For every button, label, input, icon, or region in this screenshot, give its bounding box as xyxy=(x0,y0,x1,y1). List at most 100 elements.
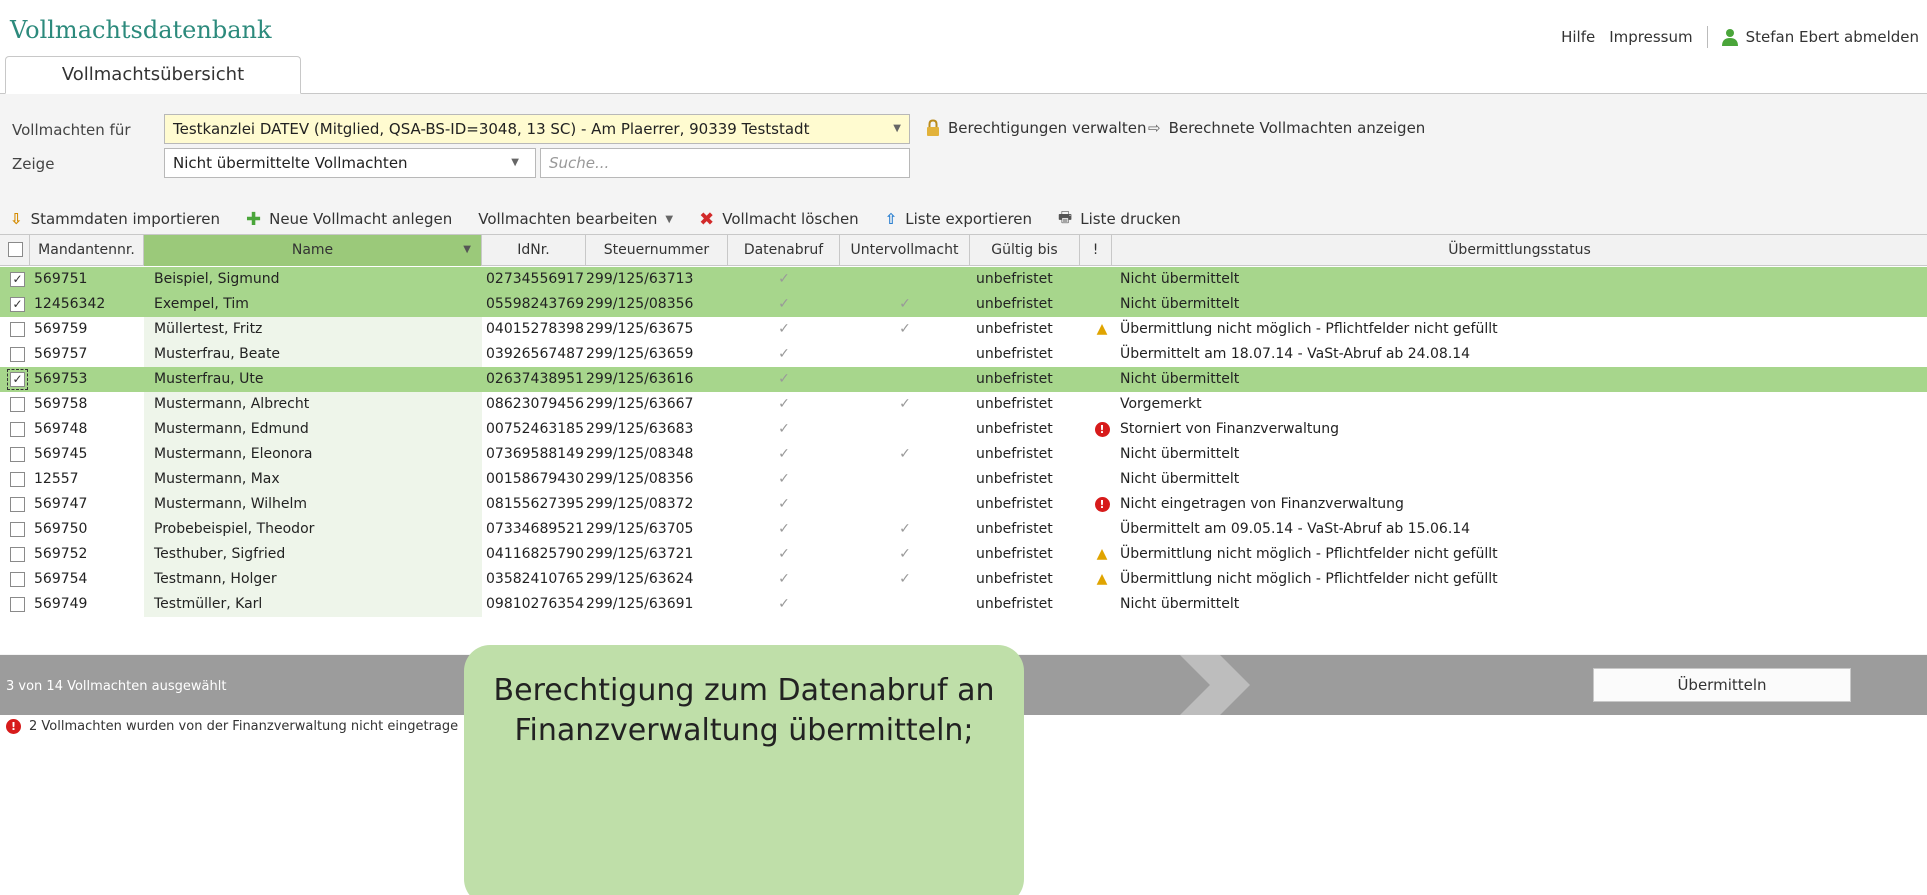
cell-idnr: 07369588149 xyxy=(486,446,584,462)
cell-status: Übermittlung nicht möglich - Pflichtfeld… xyxy=(1120,571,1498,587)
delete-label: Vollmacht löschen xyxy=(722,210,859,228)
export-button[interactable]: ⇧ Liste exportieren xyxy=(885,210,1032,228)
cell-status: Nicht übermittelt xyxy=(1120,296,1240,312)
top-links: Hilfe Impressum Stefan Ebert abmelden xyxy=(1561,26,1919,48)
callout-line-1: Berechtigung zum Datenabruf an xyxy=(493,673,995,708)
submit-button[interactable]: Übermitteln xyxy=(1593,668,1851,702)
cell-untervollmacht: ✓ xyxy=(899,321,911,337)
row-checkbox[interactable] xyxy=(10,447,25,462)
table-row[interactable]: 569752 Testhuber, Sigfried 04116825790 299/… xyxy=(0,542,1927,567)
row-checkbox[interactable] xyxy=(10,522,25,537)
export-arrow-icon: ⇧ xyxy=(884,210,898,228)
cell-steuernummer: 299/125/63721 xyxy=(586,546,694,562)
cell-name: Testmüller, Karl xyxy=(144,592,482,617)
cell-gueltig-bis: unbefristet xyxy=(976,371,1053,387)
cell-untervollmacht: ✓ xyxy=(899,571,911,587)
cell-steuernummer: 299/125/08356 xyxy=(586,296,694,312)
computed-link[interactable]: ⇨ Berechnete Vollmachten anzeigen xyxy=(1148,119,1425,137)
cell-gueltig-bis: unbefristet xyxy=(976,446,1053,462)
row-checkbox[interactable]: ✓ xyxy=(10,272,25,287)
row-checkbox[interactable]: ✓ xyxy=(7,369,28,390)
row-checkbox[interactable] xyxy=(10,397,25,412)
table-row[interactable]: 569749 Testmüller, Karl 09810276354 299/125… xyxy=(0,592,1927,617)
header-select-all[interactable] xyxy=(0,235,30,266)
vollmachten-select[interactable]: Testkanzlei DATEV (Mitglied, QSA-BS-ID=3… xyxy=(164,114,910,144)
cell-datenabruf: ✓ xyxy=(778,496,790,512)
table-row[interactable]: 12557 Mustermann, Max 00158679430 299/125/0… xyxy=(0,467,1927,492)
header-gueltig-bis[interactable]: Gültig bis xyxy=(970,235,1080,266)
chevron-down-icon: ▼ xyxy=(511,157,519,168)
table-row[interactable]: 569750 Probebeispiel, Theodor 07334689521 2… xyxy=(0,517,1927,542)
cell-gueltig-bis: unbefristet xyxy=(976,546,1053,562)
row-checkbox[interactable] xyxy=(10,572,25,587)
delete-button[interactable]: ✖ Vollmacht löschen xyxy=(699,209,859,230)
table-row[interactable]: ✓ 12456342 Exempel, Tim 05598243769 299/125/… xyxy=(0,292,1927,317)
imprint-link[interactable]: Impressum xyxy=(1609,28,1692,46)
cell-steuernummer: 299/125/08356 xyxy=(586,471,694,487)
cell-idnr: 04116825790 xyxy=(486,546,584,562)
cell-untervollmacht: ✓ xyxy=(899,296,911,312)
row-checkbox[interactable] xyxy=(10,347,25,362)
cell-name: Beispiel, Sigmund xyxy=(144,267,482,292)
select-all-checkbox[interactable] xyxy=(8,242,23,257)
cell-untervollmacht: ✓ xyxy=(899,446,911,462)
cell-idnr: 08623079456 xyxy=(486,396,584,412)
search-input[interactable]: Suche... xyxy=(540,148,910,178)
row-checkbox[interactable] xyxy=(10,322,25,337)
row-checkbox[interactable] xyxy=(10,472,25,487)
table-row[interactable]: 569754 Testmann, Holger 03582410765 299/125… xyxy=(0,567,1927,592)
computed-label: Berechnete Vollmachten anzeigen xyxy=(1168,119,1426,137)
row-checkbox[interactable]: ✓ xyxy=(10,297,25,312)
header-status[interactable]: Übermittlungsstatus xyxy=(1112,235,1927,266)
table-row[interactable]: 569748 Mustermann, Edmund 00752463185 299/1… xyxy=(0,417,1927,442)
header-name-label: Name xyxy=(291,242,334,258)
row-checkbox[interactable] xyxy=(10,497,25,512)
permissions-label: Berechtigungen verwalten xyxy=(948,119,1147,137)
print-button[interactable]: 🖶 Liste drucken xyxy=(1058,207,1181,232)
cell-flag xyxy=(1092,442,1112,467)
permissions-link[interactable]: Berechtigungen verwalten xyxy=(926,119,1146,137)
printer-icon: 🖶 xyxy=(1058,207,1073,226)
cell-untervollmacht xyxy=(840,417,970,442)
help-link[interactable]: Hilfe xyxy=(1561,28,1595,46)
app-title: Vollmachtsdatenbank xyxy=(10,16,272,44)
header-mandantennr[interactable]: Mandantennr. xyxy=(30,235,144,266)
edit-dropdown-button[interactable]: Vollmachten bearbeiten ▼ xyxy=(478,210,673,228)
cell-status: Nicht übermittelt xyxy=(1120,271,1240,287)
table-row[interactable]: ✓ 569751 Beispiel, Sigmund 02734556917 299/1… xyxy=(0,267,1927,292)
table-row[interactable]: 569745 Mustermann, Eleonora 07369588149 299… xyxy=(0,442,1927,467)
new-button[interactable]: ✚ Neue Vollmacht anlegen xyxy=(246,209,452,230)
table-row[interactable]: 569758 Mustermann, Albrecht 08623079456 299… xyxy=(0,392,1927,417)
row-checkbox[interactable] xyxy=(10,547,25,562)
cell-gueltig-bis: unbefristet xyxy=(976,571,1053,587)
tab-vollmachtsuebersicht[interactable]: Vollmachtsübersicht xyxy=(5,56,301,94)
header-name[interactable]: Name ▼ xyxy=(144,235,482,266)
export-label: Liste exportieren xyxy=(905,210,1033,228)
import-button[interactable]: ⇩ Stammdaten importieren xyxy=(10,210,220,228)
header-untervollmacht[interactable]: Untervollmacht xyxy=(840,235,970,266)
zeige-select[interactable]: Nicht übermittelte Vollmachten ▼ xyxy=(164,148,536,178)
cell-gueltig-bis: unbefristet xyxy=(976,346,1053,362)
cell-flag xyxy=(1092,367,1112,392)
header-flag[interactable]: ! xyxy=(1080,235,1112,266)
cell-mandantennr: 569747 xyxy=(34,496,88,512)
cell-mandantennr: 12456342 xyxy=(34,296,106,312)
cell-idnr: 07334689521 xyxy=(486,521,584,537)
cell-status: Übermittlung nicht möglich - Pflichtfeld… xyxy=(1120,321,1498,337)
error-icon: ! xyxy=(1094,422,1110,437)
row-checkbox[interactable] xyxy=(10,422,25,437)
row-checkbox[interactable] xyxy=(10,597,25,612)
cell-name: Mustermann, Max xyxy=(144,467,482,492)
header-steuernummer[interactable]: Steuernummer xyxy=(586,235,728,266)
header-datenabruf[interactable]: Datenabruf xyxy=(728,235,840,266)
cell-steuernummer: 299/125/63624 xyxy=(586,571,694,587)
table-row[interactable]: 569747 Mustermann, Wilhelm 08155627395 299/… xyxy=(0,492,1927,517)
table-row[interactable]: 569757 Musterfrau, Beate 03926567487 299/12… xyxy=(0,342,1927,367)
table-row[interactable]: ✓ 569753 Musterfrau, Ute 02637438951 299/125… xyxy=(0,367,1927,392)
cell-mandantennr: 569758 xyxy=(34,396,88,412)
table-row[interactable]: 569759 Müllertest, Fritz 04015278398 299/12… xyxy=(0,317,1927,342)
warning-icon: ▲ xyxy=(1096,321,1108,337)
cell-steuernummer: 299/125/63616 xyxy=(586,371,694,387)
header-idnr[interactable]: IdNr. xyxy=(482,235,586,266)
logout-link[interactable]: Stefan Ebert abmelden xyxy=(1721,28,1919,47)
